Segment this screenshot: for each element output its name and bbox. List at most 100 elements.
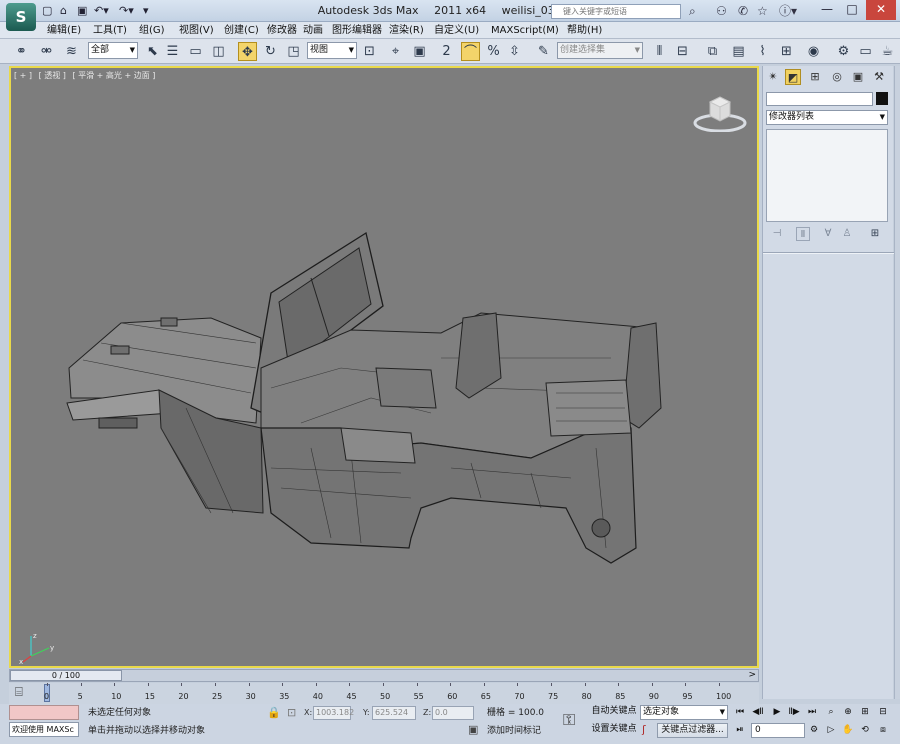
selection-lock-icon[interactable]: 🔒 <box>267 706 281 719</box>
go-to-start-icon[interactable]: ⏮ <box>733 705 747 719</box>
zoom-icon[interactable]: ⌕ <box>824 705 838 719</box>
select-and-rotate-icon[interactable]: ↻ <box>261 42 280 61</box>
reference-coordinate-dropdown[interactable]: 视图 ▼ <box>307 42 357 59</box>
select-and-link-icon[interactable]: ⚭ <box>12 42 31 61</box>
undo-icon[interactable]: ↶▾ <box>94 4 109 18</box>
align-icon[interactable]: ⊟ <box>673 42 692 61</box>
quick-access-dropdown-icon[interactable]: ▾ <box>143 4 149 18</box>
auto-key-button[interactable]: 自动关键点 <box>590 705 638 720</box>
communication-center-icon[interactable]: ✆ <box>738 4 748 18</box>
curve-editor-icon[interactable]: ⌇ <box>753 42 772 61</box>
maxscript-listener-output[interactable] <box>9 705 79 720</box>
maximize-button[interactable]: □ <box>840 0 864 20</box>
menu-customize[interactable]: 自定义(U) <box>434 24 479 37</box>
render-setup-icon[interactable]: ⚙ <box>834 42 853 61</box>
jeep-model[interactable] <box>11 68 759 668</box>
menu-rendering[interactable]: 渲染(R) <box>389 24 424 37</box>
create-tab-icon[interactable]: ✴ <box>765 69 781 85</box>
menu-tools[interactable]: 工具(T) <box>93 24 127 37</box>
next-frame-arrow-icon[interactable]: > <box>748 670 756 681</box>
edit-named-selection-icon[interactable]: ✎ <box>534 42 553 61</box>
select-object-icon[interactable]: ⬉ <box>143 42 162 61</box>
previous-frame-icon[interactable]: ◀Ⅱ <box>751 705 765 719</box>
zoom-extents-all-icon[interactable]: ⊟ <box>876 705 890 719</box>
configure-modifier-sets-icon[interactable]: ⊞ <box>868 227 882 241</box>
rectangular-selection-icon[interactable]: ▭ <box>186 42 205 61</box>
time-tag-icon[interactable]: ▣ <box>468 723 478 736</box>
spinner-snap-icon[interactable]: ⇳ <box>505 42 524 61</box>
help-search-input[interactable]: 键入关键字或短语 <box>551 4 681 19</box>
bind-to-space-warp-icon[interactable]: ≋ <box>62 42 81 61</box>
key-filters-button[interactable]: 关键点过滤器... <box>657 723 728 738</box>
render-production-icon[interactable]: ☕ <box>878 42 897 61</box>
window-crossing-icon[interactable]: ◫ <box>209 42 228 61</box>
track-bar[interactable]: ⌸ 0 5 10 15 20 25 30 35 40 45 50 55 60 65 70 75 80 85 90 95… <box>9 683 759 704</box>
select-and-manipulate-icon[interactable]: ⌖ <box>386 42 405 61</box>
selection-filter-dropdown[interactable]: 全部 ▼ <box>88 42 138 59</box>
material-editor-icon[interactable]: ◉ <box>804 42 823 61</box>
modify-tab-icon[interactable]: ◩ <box>785 69 801 85</box>
search-icon[interactable]: ⌕ <box>689 4 696 18</box>
graphite-modeling-tools-icon[interactable]: ▤ <box>729 42 748 61</box>
angle-snap-icon[interactable]: ⌒ <box>461 42 480 61</box>
utilities-tab-icon[interactable]: ⚒ <box>871 69 887 85</box>
add-time-tag[interactable]: 添加时间标记 <box>487 724 541 738</box>
modifier-stack-list[interactable] <box>766 129 888 222</box>
layer-manager-icon[interactable]: ⧉ <box>703 42 722 61</box>
object-color-swatch[interactable] <box>876 92 888 105</box>
percent-snap-icon[interactable]: % <box>484 42 503 61</box>
key-mode-toggle-icon[interactable]: ⏯ <box>733 723 747 737</box>
time-configuration-icon[interactable]: ⚙ <box>807 723 821 737</box>
named-selection-sets-dropdown[interactable]: 创建选择集 ▼ <box>557 42 643 59</box>
display-tab-icon[interactable]: ▣ <box>850 69 866 85</box>
menu-modifiers[interactable]: 修改器 <box>267 24 297 37</box>
set-key-icon[interactable]: ⚿ <box>563 710 575 730</box>
next-frame-icon[interactable]: Ⅱ▶ <box>787 705 801 719</box>
schematic-view-icon[interactable]: ⊞ <box>777 42 796 61</box>
x-coord-field[interactable]: 1003.182 <box>313 706 354 720</box>
make-unique-icon[interactable]: ∀ <box>821 227 835 241</box>
set-key-button[interactable]: 设置关键点 <box>590 723 638 738</box>
close-button[interactable]: ✕ <box>866 0 896 20</box>
menu-views[interactable]: 视图(V) <box>179 24 214 37</box>
show-end-result-icon[interactable]: Ⅱ <box>796 227 810 241</box>
menu-group[interactable]: 组(G) <box>139 24 165 37</box>
rendered-frame-window-icon[interactable]: ▭ <box>856 42 875 61</box>
new-file-icon[interactable]: ▢ <box>42 4 52 18</box>
minimize-button[interactable]: — <box>815 0 839 20</box>
motion-tab-icon[interactable]: ◎ <box>829 69 845 85</box>
absolute-mode-icon[interactable]: ⊡ <box>287 706 296 719</box>
snaps-toggle-icon[interactable]: 2 <box>437 42 456 61</box>
remove-modifier-icon[interactable]: ♙ <box>840 227 854 241</box>
menu-edit[interactable]: 编辑(E) <box>47 24 81 37</box>
zoom-extents-icon[interactable]: ⊞ <box>858 705 872 719</box>
keyboard-shortcut-override-icon[interactable]: ▣ <box>410 42 429 61</box>
key-mode-dropdown[interactable]: 选定对象 ▼ <box>640 705 728 720</box>
maxscript-mini-listener[interactable]: 欢迎使用 MAXSc <box>9 722 79 737</box>
menu-graph-editors[interactable]: 图形编辑器 <box>332 24 382 37</box>
time-slider[interactable]: 0 / 100 > <box>9 669 759 682</box>
select-and-scale-icon[interactable]: ◳ <box>284 42 303 61</box>
play-icon[interactable]: ▶ <box>770 705 784 719</box>
zoom-all-icon[interactable]: ⊕ <box>841 705 855 719</box>
pivot-center-icon[interactable]: ⊡ <box>360 42 379 61</box>
default-in-out-tangents-icon[interactable]: ʃ <box>642 723 646 736</box>
current-frame-field[interactable]: 0 <box>751 723 805 738</box>
application-menu-button[interactable]: S <box>6 3 36 31</box>
menu-maxscript[interactable]: MAXScript(M) <box>491 24 559 37</box>
panel-scrollbar[interactable] <box>894 66 900 699</box>
menu-create[interactable]: 创建(C) <box>224 24 259 37</box>
menu-animation[interactable]: 动画 <box>303 24 323 37</box>
subscription-icon[interactable]: ⚇ <box>716 4 727 18</box>
help-icon[interactable]: ⓘ▾ <box>779 4 797 18</box>
z-coord-field[interactable]: 0.0 <box>432 706 474 720</box>
perspective-viewport[interactable]: [ + ] [ 透视 ] [ 平滑 + 高光 + 边面 ] z y x <box>9 66 759 668</box>
object-name-field[interactable] <box>766 92 873 106</box>
pan-view-icon[interactable]: ✋ <box>841 723 855 737</box>
redo-icon[interactable]: ↷▾ <box>119 4 134 18</box>
mini-curve-editor-icon[interactable]: ⌸ <box>15 685 23 701</box>
favorites-icon[interactable]: ☆ <box>757 4 768 18</box>
mirror-icon[interactable]: ⫴ <box>650 42 669 61</box>
go-to-end-icon[interactable]: ⏭ <box>805 705 819 719</box>
time-slider-thumb[interactable]: 0 / 100 <box>10 670 122 681</box>
